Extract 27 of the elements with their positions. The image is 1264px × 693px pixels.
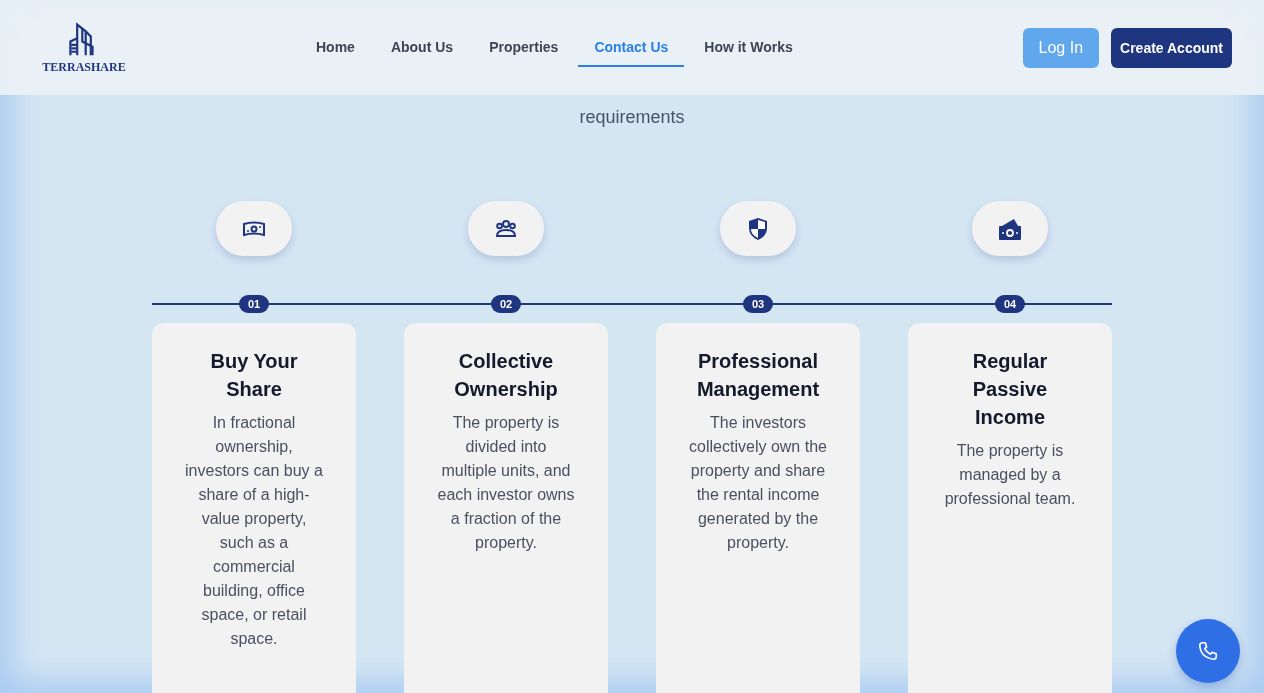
- step-title: Collective Ownership: [453, 349, 559, 402]
- step-number: 04: [995, 295, 1025, 313]
- phone-icon: [1197, 640, 1219, 662]
- shield-icon: [747, 216, 769, 241]
- step-description: The investors collectively own the property and share the rental income generated by the property.: [688, 413, 828, 553]
- step-description: In fractional ownership, investors can buy a share of a high-value property, such as a commercial building, office space, or retail space.: [184, 413, 324, 649]
- banknote-icon: [242, 219, 266, 238]
- nav-link[interactable]: Contact Us: [578, 28, 685, 67]
- call-button[interactable]: [1176, 619, 1240, 683]
- nav-link[interactable]: How it Works: [688, 28, 809, 67]
- step-description: The property is divided into multiple units, and each investor owns a fraction of the property.: [436, 413, 576, 553]
- people-group-icon: [494, 218, 518, 239]
- create-account-button[interactable]: Create Account: [1111, 27, 1232, 68]
- nav-link[interactable]: Properties: [473, 28, 575, 67]
- step-title: Professional Management: [695, 349, 821, 402]
- step-description: The property is managed by a professional team.: [943, 441, 1077, 509]
- money-wallet-icon: [997, 216, 1023, 241]
- subtitle: requirements: [578, 107, 686, 128]
- nav-link[interactable]: About Us: [374, 28, 470, 67]
- step-number: 03: [743, 295, 773, 313]
- nav-link[interactable]: Home: [300, 28, 371, 67]
- step-title: Buy Your Share: [209, 349, 299, 402]
- terrashare-logo[interactable]: TERRASHARE: [40, 20, 128, 75]
- step-number: 01: [239, 295, 269, 313]
- brand-name: TERRASHARE: [42, 60, 126, 75]
- step-number: 02: [491, 295, 521, 313]
- step-title: Regular Passive Income: [971, 349, 1049, 430]
